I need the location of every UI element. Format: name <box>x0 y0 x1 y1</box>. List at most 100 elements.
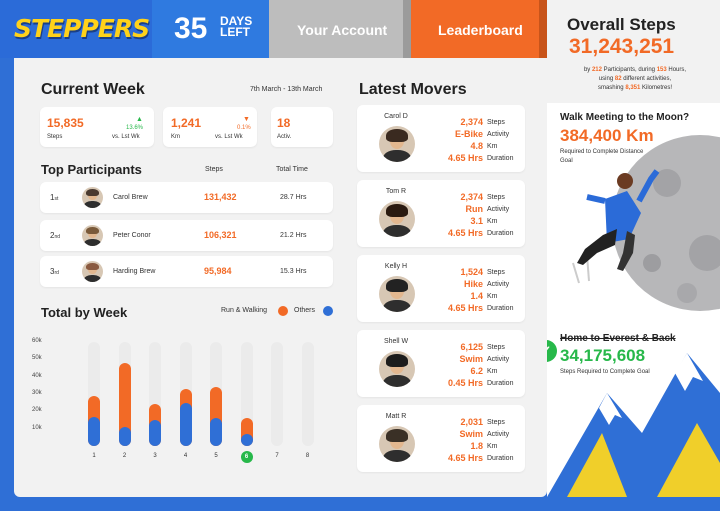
mover-activity-key: Activity <box>487 131 510 138</box>
mover-km: 1.4 <box>470 291 483 301</box>
overall-subtitle: by 212 Participants, during 153 Hours, u… <box>583 67 687 91</box>
mover-steps-key: Steps <box>487 344 505 351</box>
moon-goal-title: Walk Meeting to the Moon? <box>560 112 690 123</box>
y-tick-label: 60k <box>32 338 42 344</box>
legend-others-swatch <box>323 306 333 316</box>
x-tick-label: 4 <box>183 453 188 459</box>
participant-time: 28.7 Hrs <box>280 194 307 201</box>
bar-others[interactable] <box>88 416 100 446</box>
y-tick-label: 10k <box>32 424 42 431</box>
legend-run-label: Run & Walking <box>221 307 268 314</box>
stat-value: 1,241 <box>171 116 202 130</box>
overall-title: Overall Steps <box>567 15 676 34</box>
x-tick-label: 8 <box>305 453 310 459</box>
everest-goal-desc: Steps Required to Complete Goal <box>560 369 650 375</box>
participant-steps: 106,321 <box>204 230 237 240</box>
mover-km-key: Km <box>487 293 498 300</box>
legend-others-label: Others <box>294 307 316 314</box>
mover-activity-key: Activity <box>487 431 510 438</box>
mover-duration: 4.65 Hrs <box>447 153 483 163</box>
participant-row[interactable]: 3rd Harding Brew 95,984 15.3 Hrs <box>40 256 333 287</box>
mover-activity: Swim <box>459 354 483 364</box>
stat-label: Activ. <box>277 134 292 140</box>
moon-goal-value: 384,400 Km <box>560 126 654 145</box>
mover-duration: 4.65 Hrs <box>447 303 483 313</box>
avatar <box>379 351 415 387</box>
mover-activity-key: Activity <box>487 356 510 363</box>
your-account-tab[interactable]: Your Account <box>269 0 411 58</box>
x-tick-label: 1 <box>92 453 96 459</box>
mover-card[interactable]: Kelly H 1,524 Steps Hike Activity 1.4 Km… <box>357 255 525 322</box>
leaderboard-label: Leaderboard <box>438 22 523 38</box>
participant-row[interactable]: 2nd Peter Conor 106,321 21.2 Hrs <box>40 220 333 251</box>
mover-km-key: Km <box>487 143 498 150</box>
participant-name: Harding Brew <box>113 268 156 275</box>
bar-others[interactable] <box>118 426 131 446</box>
mover-activity: Swim <box>459 429 483 439</box>
mover-duration-key: Duration <box>487 305 514 312</box>
mover-activity-key: Activity <box>487 281 510 288</box>
x-tick-label: 6 <box>240 451 253 463</box>
x-tick-label: 5 <box>214 453 218 459</box>
avatar <box>379 276 415 312</box>
stat-card-steps: 15,835 Steps ▲ 13.6% vs. Lst Wk <box>40 107 154 147</box>
stat-value: 18 <box>277 116 291 130</box>
top-participants-title: Top Participants <box>41 162 142 177</box>
mover-card[interactable]: Tom R 2,374 Steps Run Activity 3.1 Km 4.… <box>357 180 525 247</box>
mover-duration: 4.65 Hrs <box>447 453 483 463</box>
participant-steps: 131,432 <box>204 192 237 202</box>
bar-track <box>271 342 283 446</box>
everest-goal-value: 34,175,608 <box>560 346 646 365</box>
bar-others[interactable] <box>149 420 161 446</box>
mover-steps-key: Steps <box>487 194 505 201</box>
main-panel: Current Week 7th March - 13th March 15,8… <box>14 58 547 497</box>
participant-time: 15.3 Hrs <box>280 268 307 275</box>
mover-card[interactable]: Carol D 2,374 Steps E-Bike Activity 4.8 … <box>357 105 525 172</box>
mover-activity: Hike <box>463 279 483 289</box>
total-by-week-title: Total by Week <box>41 305 128 320</box>
y-tick-label: 30k <box>32 390 42 396</box>
y-tick-label: 40k <box>32 372 42 379</box>
arrow-up-icon: ▲ <box>136 116 143 123</box>
weekly-chart: 60k 50k 40k 30k 20k 10k 1 2 3 4 5 6 7 8 <box>32 336 339 471</box>
logo[interactable]: STEPPERS <box>0 0 152 58</box>
mover-km: 4.8 <box>470 141 483 151</box>
rank: 3rd <box>50 267 59 276</box>
stat-compare: vs. Lst Wk <box>112 134 140 140</box>
avatar <box>82 261 103 282</box>
stat-compare: vs. Lst Wk <box>215 134 243 140</box>
participant-row[interactable]: 1st Carol Brew 131,432 28.7 Hrs <box>40 182 333 213</box>
current-week-title: Current Week <box>41 81 145 98</box>
mover-steps: 2,374 <box>460 192 483 202</box>
bar-track <box>301 342 314 446</box>
stat-card-activities: 18 Activ. <box>271 107 333 147</box>
stat-label: Steps <box>47 134 63 140</box>
mover-activity: Run <box>465 204 484 214</box>
stat-change: 13.6% <box>126 125 144 131</box>
tab-divider <box>539 0 547 58</box>
participant-time: 21.2 Hrs <box>280 232 307 239</box>
x-tick-label: 2 <box>122 453 127 459</box>
avatar <box>379 426 415 462</box>
mover-duration: 0.45 Hrs <box>447 378 483 388</box>
legend-run-swatch <box>278 306 288 316</box>
days-left-tile: 35 DAYS LEFT <box>152 0 269 58</box>
mover-duration-key: Duration <box>487 380 514 387</box>
mover-duration-key: Duration <box>487 155 514 162</box>
mover-km-key: Km <box>487 218 498 225</box>
leaderboard-tab[interactable]: Leaderboard <box>411 0 547 58</box>
avatar <box>82 187 103 208</box>
avatar <box>379 126 415 162</box>
mover-activity-key: Activity <box>487 206 510 213</box>
days-left-number: 35 <box>174 12 208 45</box>
mover-km: 3.1 <box>470 216 483 226</box>
mover-card[interactable]: Matt R 2,031 Steps Swim Activity 1.8 Km … <box>357 405 525 472</box>
bar-others[interactable] <box>179 402 192 446</box>
col-time-header: Total Time <box>276 166 308 173</box>
bar-others[interactable] <box>240 433 253 446</box>
bar-others[interactable] <box>210 418 222 446</box>
mover-steps-key: Steps <box>487 269 505 276</box>
mover-km: 6.2 <box>470 366 483 376</box>
mover-card[interactable]: Shell W 6,125 Steps Swim Activity 6.2 Km… <box>357 330 525 397</box>
mover-duration-key: Duration <box>487 455 514 462</box>
